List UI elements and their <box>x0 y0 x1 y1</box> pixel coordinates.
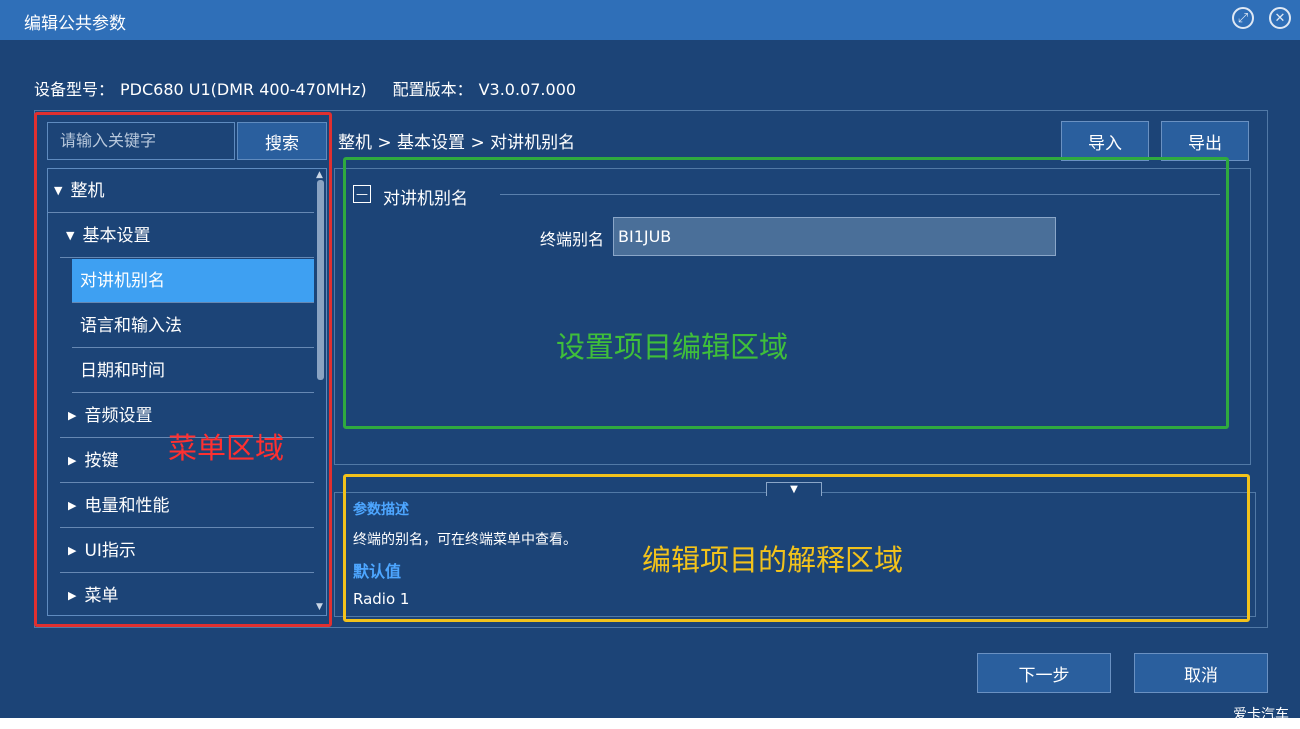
restore-icon[interactable]: ⤢ <box>1232 7 1254 29</box>
watermark: 爱卡汽车 <box>1233 707 1289 723</box>
export-button[interactable]: 导出 <box>1161 121 1249 161</box>
title-bar: 编辑公共参数 ⤢ ✕ <box>0 0 1300 40</box>
explain-area-label: 编辑项目的解释区域 <box>642 543 904 577</box>
config-label: 配置版本： <box>392 80 473 99</box>
menu-area-label: 菜单区域 <box>168 431 285 465</box>
bottom-strip <box>0 718 1300 729</box>
edit-area-outline <box>343 157 1229 429</box>
model-label: 设备型号： <box>34 80 115 99</box>
cancel-button[interactable]: 取消 <box>1134 653 1268 693</box>
config-value: V3.0.07.000 <box>478 80 577 99</box>
model-value: PDC680 U1(DMR 400-470MHz) <box>120 80 367 99</box>
menu-area-outline <box>34 112 332 627</box>
breadcrumb: 整机 > 基本设置 > 对讲机别名 <box>338 133 576 153</box>
device-info: 设备型号： PDC680 U1(DMR 400-470MHz) 配置版本： V3.0.… <box>34 76 582 100</box>
close-icon[interactable]: ✕ <box>1269 7 1291 29</box>
next-button[interactable]: 下一步 <box>977 653 1111 693</box>
edit-area-label: 设置项目编辑区域 <box>556 330 789 364</box>
import-button[interactable]: 导入 <box>1061 121 1149 161</box>
window-title: 编辑公共参数 <box>24 14 126 34</box>
